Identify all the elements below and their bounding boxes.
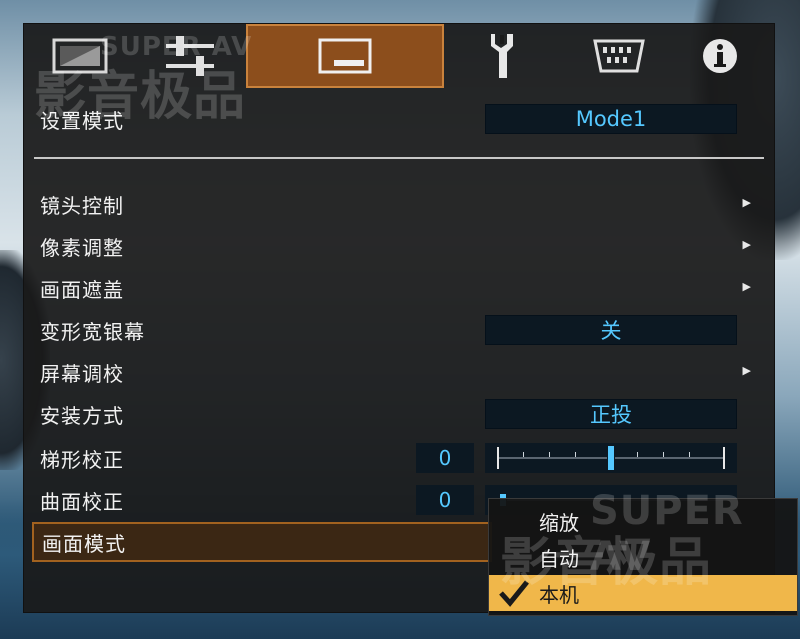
pixel-adjust-row[interactable]: 像素调整 ▶ [32,226,767,266]
installation-style-value[interactable]: 正投 [485,399,737,429]
slider-tick [637,452,638,457]
picture-mode-label: 画面模式 [42,531,126,556]
anamorphic-row[interactable]: 变形宽银幕 关 [32,310,767,350]
setting-mode-label: 设置模式 [40,108,124,133]
dropdown-option-label: 缩放 [539,510,579,535]
tab-adjust[interactable] [136,24,244,88]
info-icon [703,39,737,73]
slider-end-left [497,447,499,469]
keystone-label: 梯形校正 [40,447,124,472]
divider [34,157,764,159]
sliders-icon [166,36,214,76]
chevron-right-icon: ▶ [742,364,751,377]
installation-style-row[interactable]: 安装方式 正投 [32,394,767,434]
slider-tick [689,452,690,457]
slider-thumb[interactable] [607,445,615,471]
curved-correction-label: 曲面校正 [40,489,124,514]
picture-mode-row[interactable]: 画面模式 [32,522,492,562]
screen-adjust-row[interactable]: 屏幕调校 ▶ [32,352,767,392]
wrench-icon [491,34,513,78]
setting-mode-value[interactable]: Mode1 [485,104,737,134]
dropdown-option-label: 自动 [539,546,579,571]
setting-mode-row[interactable]: 设置模式 Mode1 [32,99,767,139]
curved-correction-value: 0 [416,485,474,515]
picture-mode-dropdown: 缩放 自动 本机 [488,498,798,616]
slider-end-right [723,447,725,469]
anamorphic-label: 变形宽银幕 [40,319,145,344]
chevron-right-icon: ▶ [742,196,751,209]
slider-tick [663,452,664,457]
slider-tick [549,452,550,457]
lens-control-label: 镜头控制 [40,193,124,218]
dropdown-option-native[interactable]: 本机 [489,575,797,611]
lens-control-row[interactable]: 镜头控制 ▶ [32,184,767,224]
picture-icon [52,38,108,74]
chevron-right-icon: ▶ [742,238,751,251]
tab-bar [24,24,774,92]
checkmark-icon [499,580,529,607]
installation-style-label: 安装方式 [40,403,124,428]
picture-mask-label: 画面遮盖 [40,277,124,302]
chevron-right-icon: ▶ [742,280,751,293]
picture-mask-row[interactable]: 画面遮盖 ▶ [32,268,767,308]
dropdown-option-label: 本机 [539,582,579,607]
dropdown-option-auto[interactable]: 自动 [489,539,797,575]
anamorphic-value[interactable]: 关 [485,315,737,345]
keystone-row[interactable]: 梯形校正 0 [32,438,767,478]
tab-settings[interactable] [464,24,544,88]
tab-picture[interactable] [24,24,136,88]
tab-installation[interactable] [246,24,444,88]
screen-adjust-label: 屏幕调校 [40,361,124,386]
keystone-slider[interactable] [485,443,737,473]
slider-tick [575,452,576,457]
connector-icon [593,39,645,73]
pixel-adjust-label: 像素调整 [40,235,124,260]
tab-info[interactable] [674,24,766,88]
keystone-value: 0 [416,443,474,473]
screen-icon [318,38,372,74]
tab-input[interactable] [564,24,674,88]
dropdown-option-zoom[interactable]: 缩放 [489,503,797,539]
slider-tick [523,452,524,457]
